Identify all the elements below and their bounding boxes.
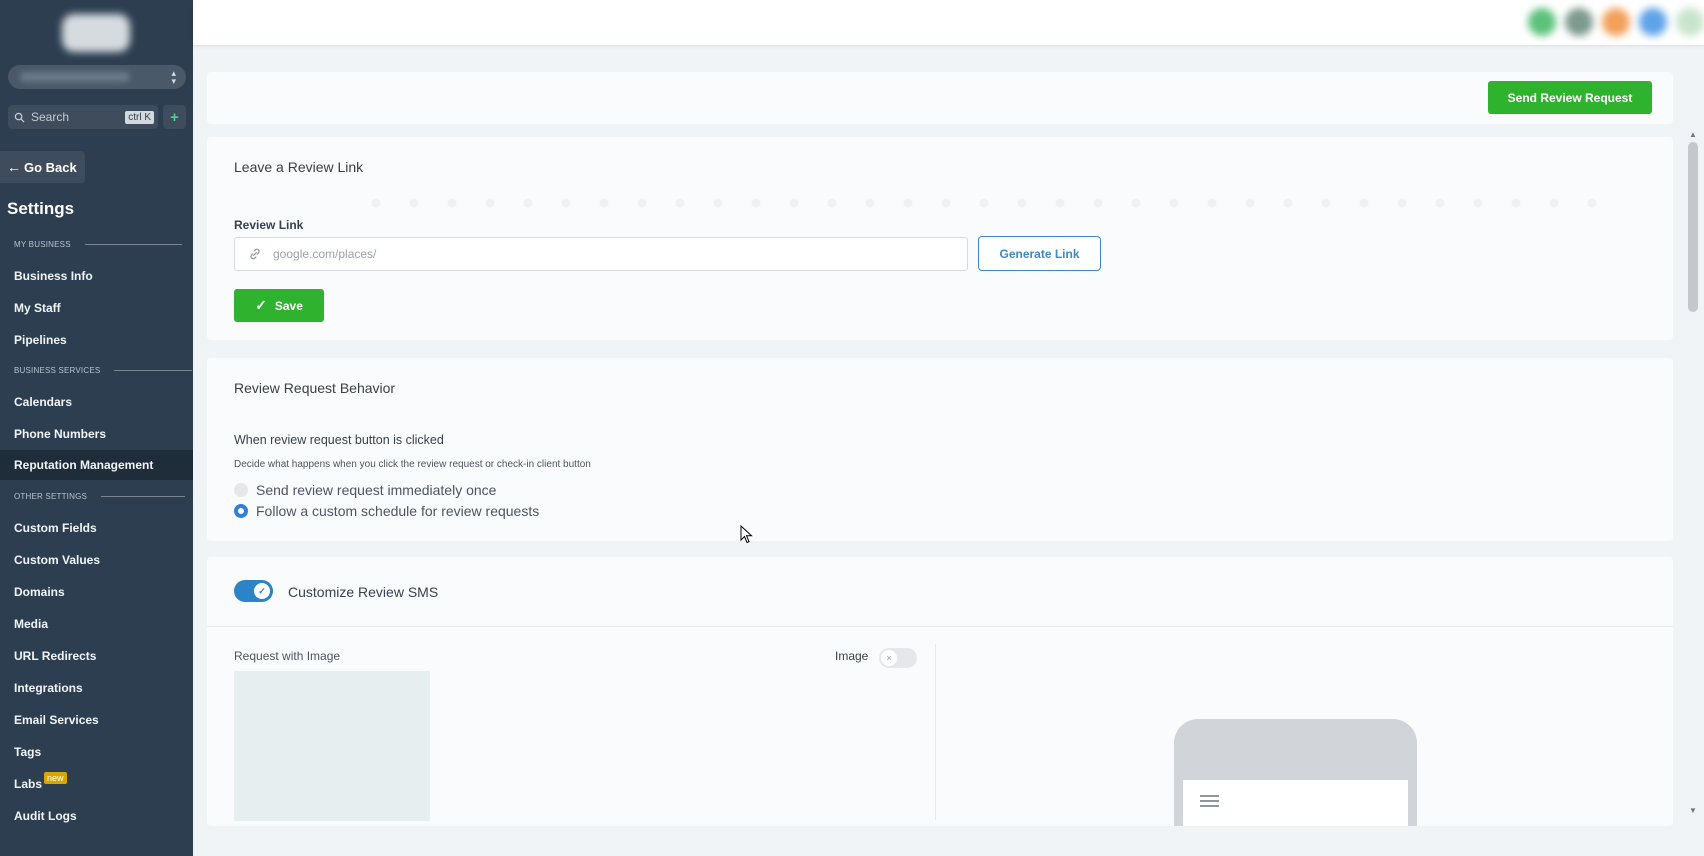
review-link-placeholder: google.com/places/ bbox=[273, 247, 377, 261]
sidebar-item-label: Labs bbox=[14, 777, 43, 791]
settings-title: Settings bbox=[7, 199, 75, 218]
quick-add-button[interactable]: + bbox=[163, 105, 186, 129]
search-placeholder: Search bbox=[31, 110, 70, 124]
generate-link-button[interactable]: Generate Link bbox=[978, 236, 1101, 271]
customize-sms-label: Customize Review SMS bbox=[288, 584, 439, 600]
search-icon bbox=[14, 112, 25, 123]
image-placeholder[interactable] bbox=[234, 671, 430, 821]
link-icon bbox=[250, 248, 260, 260]
close-icon: × bbox=[881, 650, 897, 666]
divider bbox=[207, 626, 1673, 627]
sidebar-item-labs[interactable]: Labs new bbox=[0, 769, 193, 799]
section-my-business: MY BUSINESS bbox=[14, 240, 182, 249]
sidebar-item-integrations[interactable]: Integrations bbox=[0, 673, 193, 703]
section-other-settings: OTHER SETTINGS bbox=[14, 492, 186, 501]
save-button[interactable]: ✓ Save bbox=[234, 289, 324, 322]
save-label: Save bbox=[274, 298, 303, 313]
behavior-description: Decide what happens when you click the r… bbox=[234, 459, 591, 470]
go-back-label: Go Back bbox=[24, 159, 77, 175]
menu-icon bbox=[1200, 795, 1219, 810]
scroll-thumb[interactable] bbox=[1688, 142, 1698, 312]
check-icon: ✓ bbox=[254, 583, 270, 599]
divider bbox=[101, 496, 186, 497]
card-title: Review Request Behavior bbox=[234, 380, 396, 396]
sidebar-item-pipelines[interactable]: Pipelines bbox=[0, 325, 193, 355]
section-label-text: BUSINESS SERVICES bbox=[14, 366, 101, 375]
sidebar-item-custom-fields[interactable]: Custom Fields bbox=[0, 513, 193, 543]
image-toggle-label: Image bbox=[835, 649, 869, 663]
phone-preview-screen bbox=[1183, 780, 1408, 829]
radio-unchecked-icon[interactable] bbox=[234, 483, 248, 497]
page-bottom bbox=[193, 826, 1704, 856]
divider bbox=[935, 644, 936, 820]
sidebar-item-business-info[interactable]: Business Info bbox=[0, 261, 193, 291]
scroll-down-icon[interactable]: ▼ bbox=[1688, 806, 1698, 815]
check-icon: ✓ bbox=[255, 297, 267, 313]
search-input[interactable]: Search ctrl K bbox=[8, 105, 158, 129]
sidebar-item-url-redirects[interactable]: URL Redirects bbox=[0, 641, 193, 671]
scrollbar[interactable]: ▲ ▼ bbox=[1686, 130, 1700, 826]
sidebar-item-audit-logs[interactable]: Audit Logs bbox=[0, 801, 193, 831]
header-icon-5[interactable] bbox=[1676, 8, 1704, 36]
account-name-blurred bbox=[20, 72, 130, 82]
sidebar-item-custom-values[interactable]: Custom Values bbox=[0, 545, 193, 575]
plus-icon: + bbox=[170, 108, 179, 126]
section-label-text: MY BUSINESS bbox=[14, 240, 71, 249]
sidebar: ▴ ▾ Search ctrl K + ← Go Back Settings MY… bbox=[0, 0, 193, 856]
review-link-label: Review Link bbox=[234, 218, 304, 232]
section-business-services: BUSINESS SERVICES bbox=[14, 366, 193, 375]
header-icon-3[interactable] bbox=[1602, 8, 1630, 36]
account-switcher[interactable]: ▴ ▾ bbox=[8, 65, 186, 89]
sidebar-item-phone-numbers[interactable]: Phone Numbers bbox=[0, 419, 193, 449]
sidebar-item-domains[interactable]: Domains bbox=[0, 577, 193, 607]
review-link-input[interactable]: google.com/places/ bbox=[234, 237, 968, 271]
decorative-dots bbox=[357, 198, 1617, 208]
request-with-image-label: Request with Image bbox=[234, 649, 341, 663]
sidebar-item-tags[interactable]: Tags bbox=[0, 737, 193, 767]
company-logo bbox=[62, 14, 130, 52]
shortcut-badge: ctrl K bbox=[125, 110, 154, 124]
sidebar-item-media[interactable]: Media bbox=[0, 609, 193, 639]
radio-checked-icon[interactable] bbox=[234, 504, 248, 518]
sidebar-item-email-services[interactable]: Email Services bbox=[0, 705, 193, 735]
radio-label: Follow a custom schedule for review requ… bbox=[256, 503, 540, 519]
sidebar-item-my-staff[interactable]: My Staff bbox=[0, 293, 193, 323]
card-title: Leave a Review Link bbox=[234, 159, 364, 175]
top-bar bbox=[193, 0, 1704, 46]
behavior-question: When review request button is clicked bbox=[234, 433, 444, 447]
section-label-text: OTHER SETTINGS bbox=[14, 492, 88, 501]
mouse-cursor-icon bbox=[740, 525, 753, 544]
radio-label: Send review request immediately once bbox=[256, 482, 497, 498]
chevron-updown-icon: ▴ ▾ bbox=[171, 68, 176, 86]
divider bbox=[114, 370, 193, 371]
new-badge: new bbox=[44, 772, 67, 784]
header-icon-1[interactable] bbox=[1528, 8, 1556, 36]
sidebar-item-reputation-management[interactable]: Reputation Management bbox=[0, 450, 193, 480]
header-icon-2[interactable] bbox=[1565, 8, 1593, 36]
customize-sms-toggle[interactable]: ✓ bbox=[234, 580, 273, 602]
header-icons bbox=[1519, 8, 1704, 36]
header-icon-4[interactable] bbox=[1639, 8, 1667, 36]
scroll-up-icon[interactable]: ▲ bbox=[1688, 130, 1698, 139]
go-back-button[interactable]: ← Go Back bbox=[0, 151, 85, 183]
image-toggle[interactable]: × bbox=[879, 648, 917, 668]
radio-send-immediately[interactable]: Send review request immediately once bbox=[234, 482, 496, 498]
radio-custom-schedule[interactable]: Follow a custom schedule for review requ… bbox=[234, 503, 539, 519]
divider bbox=[84, 244, 182, 245]
sidebar-item-calendars[interactable]: Calendars bbox=[0, 387, 193, 417]
page-header-card bbox=[207, 72, 1673, 124]
arrow-left-icon: ← bbox=[7, 159, 21, 175]
send-review-request-button[interactable]: Send Review Request bbox=[1488, 81, 1652, 114]
